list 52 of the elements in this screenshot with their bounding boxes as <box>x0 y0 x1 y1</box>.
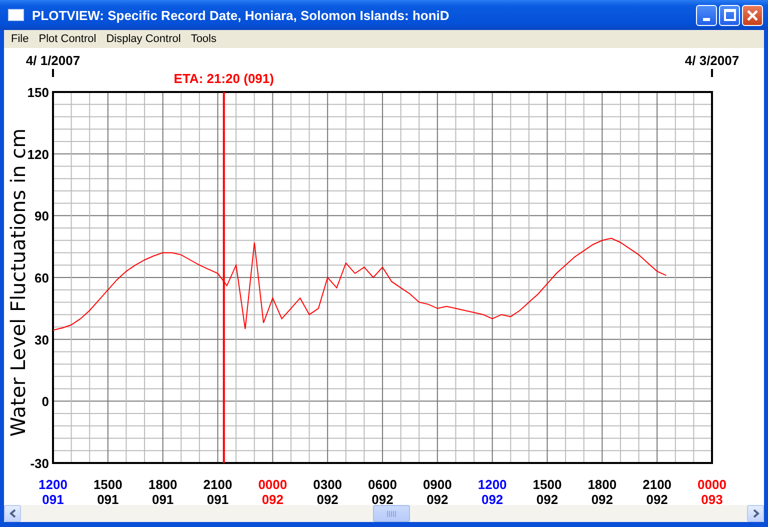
time-label: 1500 <box>93 477 122 492</box>
time-label: 1200 <box>38 477 68 492</box>
day-label: 092 <box>426 492 448 505</box>
y-axis-label: -30 <box>30 456 49 471</box>
y-axis-label: 150 <box>27 85 49 100</box>
time-label: 1500 <box>532 477 562 492</box>
window-title: PLOTVIEW: Specific Record Date, Honiara, Solomon Islands: honiD <box>32 8 450 22</box>
y-axis-label: 90 <box>34 208 49 224</box>
time-label: 0300 <box>313 477 342 492</box>
day-label: 091 <box>42 492 64 505</box>
date-tick <box>52 69 54 77</box>
time-label: 1200 <box>478 477 507 492</box>
day-label: 092 <box>646 492 668 505</box>
day-label: 091 <box>97 492 119 505</box>
time-label: 0600 <box>368 477 397 492</box>
scroll-left-button[interactable] <box>4 505 21 522</box>
day-label: 092 <box>316 492 338 505</box>
time-label: 0000 <box>698 477 726 492</box>
time-label: 0900 <box>422 477 452 492</box>
menu-item[interactable]: File <box>6 33 34 45</box>
day-label: 091 <box>152 492 174 505</box>
day-label: 092 <box>372 492 394 505</box>
horizontal-scrollbar[interactable] <box>4 505 764 522</box>
close-button[interactable] <box>742 4 763 26</box>
y-axis-label: 30 <box>34 332 49 348</box>
minimize-button[interactable] <box>696 4 717 26</box>
eta-label: ETA: 21:20 (091) <box>174 71 274 86</box>
scroll-right-button[interactable] <box>747 505 764 522</box>
time-label: 1800 <box>148 477 178 492</box>
day-label: 093 <box>701 492 723 505</box>
time-label: 0000 <box>258 477 288 492</box>
window-icon <box>8 9 24 21</box>
y-axis-label: 60 <box>34 270 49 286</box>
maximize-button[interactable] <box>719 4 740 26</box>
y-axis-label: 0 <box>42 394 49 410</box>
time-label: 2100 <box>642 477 672 492</box>
day-label: 092 <box>536 492 558 505</box>
y-axis-label: 120 <box>27 146 49 162</box>
menu-item[interactable]: Tools <box>186 33 222 45</box>
close-icon <box>746 8 759 22</box>
menu-item[interactable]: Display Control <box>101 33 186 45</box>
time-label: 2100 <box>203 477 232 492</box>
date-tick <box>711 69 713 77</box>
day-label: 092 <box>591 492 614 505</box>
date-label: 4/ 3/2007 <box>684 53 740 68</box>
day-label: 091 <box>206 492 229 505</box>
time-label: 1800 <box>588 477 617 492</box>
menu-item[interactable]: Plot Control <box>34 33 102 45</box>
day-label: 092 <box>481 492 504 505</box>
date-label: 4/ 1/2007 <box>26 53 80 68</box>
scroll-thumb[interactable] <box>373 505 410 522</box>
day-label: 092 <box>262 492 284 505</box>
